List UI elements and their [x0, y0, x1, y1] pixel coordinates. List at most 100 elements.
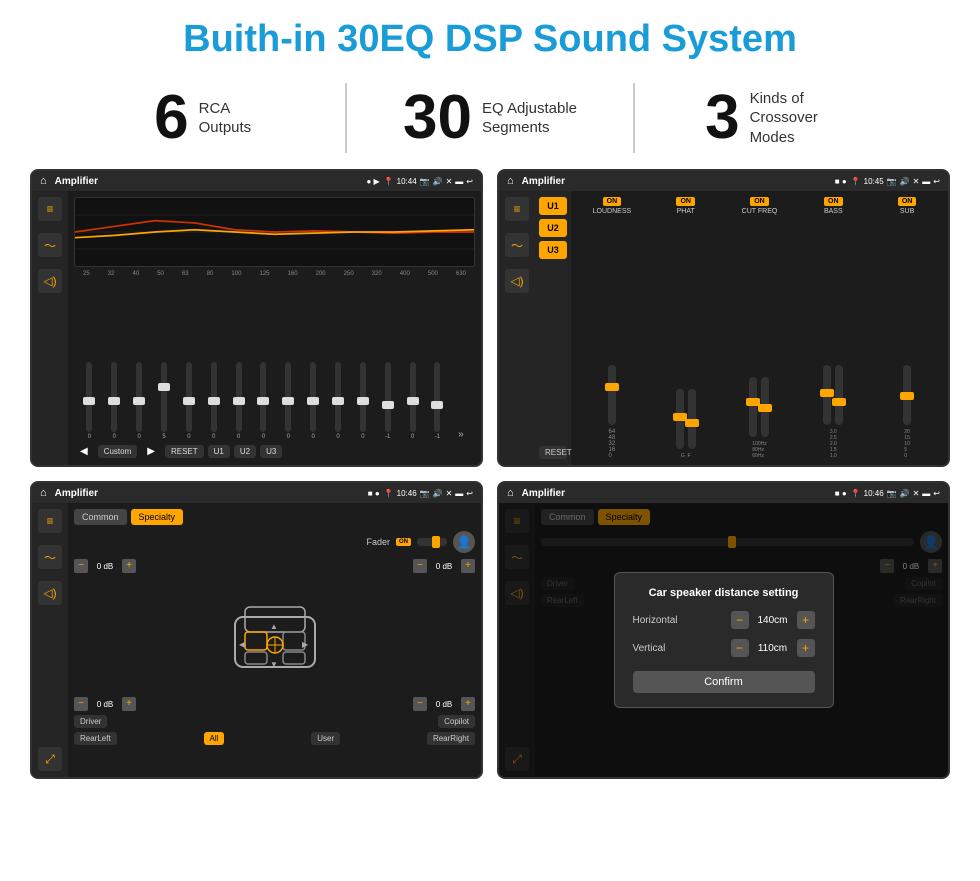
- next-button[interactable]: ▶: [141, 444, 161, 459]
- stat-number-rca: 6: [154, 87, 188, 149]
- minimize-icon-1: ▬: [455, 177, 463, 186]
- u3-button[interactable]: U3: [539, 241, 567, 259]
- bass-slider-g[interactable]: [835, 365, 843, 425]
- u2-button-1[interactable]: U2: [234, 445, 256, 458]
- wave-icon[interactable]: 〜: [38, 233, 62, 257]
- db-minus-tl[interactable]: −: [74, 559, 88, 573]
- cutfreq-slider-g[interactable]: [761, 377, 769, 437]
- prev-button[interactable]: ◀: [74, 444, 94, 459]
- back-icon-1: ↩: [466, 177, 473, 186]
- time-2: 10:45: [864, 177, 884, 186]
- rearright-btn-3[interactable]: RearRight: [427, 732, 475, 745]
- equalizer-icon[interactable]: ≡: [38, 197, 62, 221]
- screen4-content: ≡ 〜 ◁) ⤢ Common Specialty 👤: [499, 503, 948, 777]
- phat-on-badge[interactable]: ON: [676, 197, 695, 206]
- vertical-plus-btn[interactable]: +: [797, 639, 815, 657]
- db-value-tl: 0 dB: [91, 562, 119, 571]
- minimize-icon-2: ▬: [922, 177, 930, 186]
- cutfreq-on-badge[interactable]: ON: [750, 197, 769, 206]
- profile-icon-3[interactable]: 👤: [453, 531, 475, 553]
- eq-bottom-bar: ◀ Custom ▶ RESET U1 U2 U3: [74, 440, 475, 459]
- reset-button-1[interactable]: RESET: [165, 445, 204, 458]
- fader-on-badge[interactable]: ON: [396, 538, 411, 546]
- sub-label: SUB: [900, 208, 914, 215]
- eq-slider-9: 0: [302, 362, 325, 440]
- driver-btn-3[interactable]: Driver: [74, 715, 107, 728]
- cutfreq-label: CUT FREQ: [742, 208, 778, 215]
- loudness-label: LOUDNESS: [593, 208, 632, 215]
- db-minus-bl[interactable]: −: [74, 697, 88, 711]
- db-minus-tr[interactable]: −: [413, 559, 427, 573]
- status-bar-3: ⌂ Amplifier ■ ● 📍 10:46 📷 🔊 ✕ ▬ ↩: [32, 483, 481, 503]
- status-bar-2: ⌂ Amplifier ■ ● 📍 10:45 📷 🔊 ✕ ▬ ↩: [499, 171, 948, 191]
- wave-icon-2[interactable]: 〜: [505, 233, 529, 257]
- horizontal-value: 140cm: [753, 615, 793, 626]
- cutfreq-hz: 100Hz80Hz60Hz: [752, 441, 766, 459]
- horizontal-control: − 140cm +: [731, 611, 815, 629]
- speaker-icon[interactable]: ◁): [38, 269, 62, 293]
- all-btn-3[interactable]: All: [204, 732, 225, 745]
- sub-on-badge[interactable]: ON: [898, 197, 917, 206]
- eq-slider-8: 0: [277, 362, 300, 440]
- bass-on-badge[interactable]: ON: [824, 197, 843, 206]
- db-value-br: 0 dB: [430, 700, 458, 709]
- eq-slider-10: 0: [327, 362, 350, 440]
- tab-specialty-3[interactable]: Specialty: [131, 509, 184, 525]
- equalizer-icon-2[interactable]: ≡: [505, 197, 529, 221]
- horizontal-minus-btn[interactable]: −: [731, 611, 749, 629]
- phat-slider-g[interactable]: [676, 389, 684, 449]
- screen-dialog: ⌂ Amplifier ■ ● 📍 10:46 📷 🔊 ✕ ▬ ↩ ≡ 〜 ◁)…: [497, 481, 950, 779]
- db-plus-tr[interactable]: +: [461, 559, 475, 573]
- close-icon-2: ✕: [913, 177, 920, 186]
- vertical-minus-btn[interactable]: −: [731, 639, 749, 657]
- phat-label: PHAT: [677, 208, 695, 215]
- db-minus-br[interactable]: −: [413, 697, 427, 711]
- sub-slider[interactable]: [903, 365, 911, 425]
- horizontal-plus-btn[interactable]: +: [797, 611, 815, 629]
- bass-label: BASS: [824, 208, 843, 215]
- u2-button[interactable]: U2: [539, 219, 567, 237]
- svg-text:▶: ▶: [302, 640, 309, 649]
- left-sidebar-3: ≡ 〜 ◁) ⤢: [32, 503, 68, 777]
- loudness-on-badge[interactable]: ON: [603, 197, 622, 206]
- dialog-row-vertical: Vertical − 110cm +: [633, 639, 815, 657]
- rearleft-btn-3[interactable]: RearLeft: [74, 732, 117, 745]
- db-plus-tl[interactable]: +: [122, 559, 136, 573]
- db-plus-br[interactable]: +: [461, 697, 475, 711]
- u1-button[interactable]: U1: [539, 197, 567, 215]
- stats-row: 6 RCAOutputs 30 EQ AdjustableSegments 3 …: [0, 73, 980, 169]
- back-icon-3: ↩: [466, 489, 473, 498]
- tab-common-3[interactable]: Common: [74, 509, 127, 525]
- equalizer-icon-3[interactable]: ≡: [38, 509, 62, 533]
- tab-row-3: Common Specialty: [74, 509, 475, 525]
- copilot-btn-3[interactable]: Copilot: [438, 715, 475, 728]
- dialog-row-horizontal: Horizontal − 140cm +: [633, 611, 815, 629]
- more-icon: »: [451, 429, 471, 440]
- speaker-icon-2[interactable]: ◁): [505, 269, 529, 293]
- bass-slider-f[interactable]: [823, 365, 831, 425]
- time-3: 10:46: [397, 489, 417, 498]
- reset-button-2[interactable]: RESET: [539, 446, 567, 459]
- user-btn-3[interactable]: User: [311, 732, 340, 745]
- speaker-icon-3[interactable]: ◁): [38, 581, 62, 605]
- close-icon-1: ✕: [446, 177, 453, 186]
- u3-button-1[interactable]: U3: [260, 445, 282, 458]
- minimize-icon-4: ▬: [922, 489, 930, 498]
- expand-icon-3[interactable]: ⤢: [38, 747, 62, 771]
- cutfreq-slider-f[interactable]: [749, 377, 757, 437]
- u1-button-1[interactable]: U1: [208, 445, 230, 458]
- loudness-slider[interactable]: [608, 365, 616, 425]
- sub-vals: 20151050: [904, 429, 910, 459]
- eq-slider-2: 0: [128, 362, 151, 440]
- phat-labels: G F: [681, 453, 691, 459]
- amp-controls: ON LOUDNESS 644832160 ON PHAT: [571, 191, 948, 465]
- preset-label: Custom: [98, 445, 138, 458]
- db-control-bl: − 0 dB +: [74, 697, 136, 711]
- wave-icon-3[interactable]: 〜: [38, 545, 62, 569]
- db-plus-bl[interactable]: +: [122, 697, 136, 711]
- phat-slider-f[interactable]: [688, 389, 696, 449]
- fader-slider[interactable]: [417, 538, 447, 546]
- eq-labels: 25 32 40 50 63 80 100 125 160 200 250 32…: [74, 271, 475, 277]
- bass-vals: 3.02.52.01.51.0: [830, 429, 837, 459]
- confirm-button[interactable]: Confirm: [633, 671, 815, 693]
